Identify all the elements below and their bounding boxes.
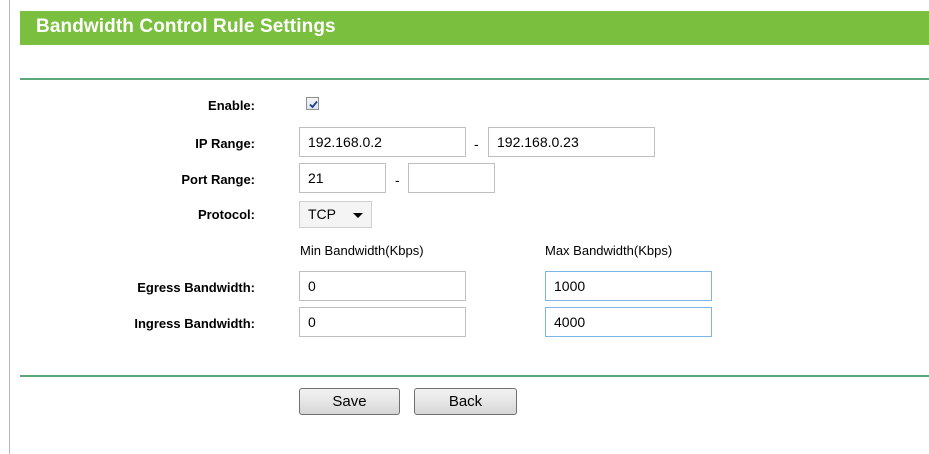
protocol-selected-value: TCP <box>308 206 336 222</box>
protocol-label: Protocol: <box>197 207 255 222</box>
egress-max-input[interactable]: 1000 <box>545 271 712 301</box>
ip-range-start-input[interactable]: 192.168.0.2 <box>299 127 466 157</box>
ingress-min-input[interactable]: 0 <box>299 307 466 337</box>
min-bandwidth-header: Min Bandwidth(Kbps) <box>300 243 424 258</box>
enable-label: Enable: <box>208 98 255 113</box>
port-range-start-input[interactable]: 21 <box>299 163 386 193</box>
save-button[interactable]: Save <box>299 388 400 415</box>
checkmark-icon <box>309 100 318 109</box>
egress-bandwidth-label: Egress Bandwidth: <box>137 280 255 295</box>
top-divider <box>20 78 929 80</box>
port-range-separator: - <box>395 172 400 188</box>
egress-min-input[interactable]: 0 <box>299 271 466 301</box>
ingress-bandwidth-label: Ingress Bandwidth: <box>134 316 255 331</box>
ingress-max-input[interactable]: 4000 <box>545 307 712 337</box>
port-range-end-input[interactable] <box>408 163 495 193</box>
back-button[interactable]: Back <box>414 388 517 415</box>
page-title: Bandwidth Control Rule Settings <box>36 16 336 37</box>
ip-range-separator: - <box>474 136 479 152</box>
enable-checkbox[interactable] <box>306 97 319 110</box>
port-range-label: Port Range: <box>181 172 255 187</box>
bottom-divider <box>20 375 929 377</box>
protocol-select[interactable]: TCP <box>299 201 372 228</box>
content-frame <box>9 0 929 454</box>
ip-range-label: IP Range: <box>195 136 255 151</box>
ip-range-end-input[interactable]: 192.168.0.23 <box>488 127 655 157</box>
dropdown-arrow-icon <box>353 213 363 218</box>
max-bandwidth-header: Max Bandwidth(Kbps) <box>545 243 673 258</box>
